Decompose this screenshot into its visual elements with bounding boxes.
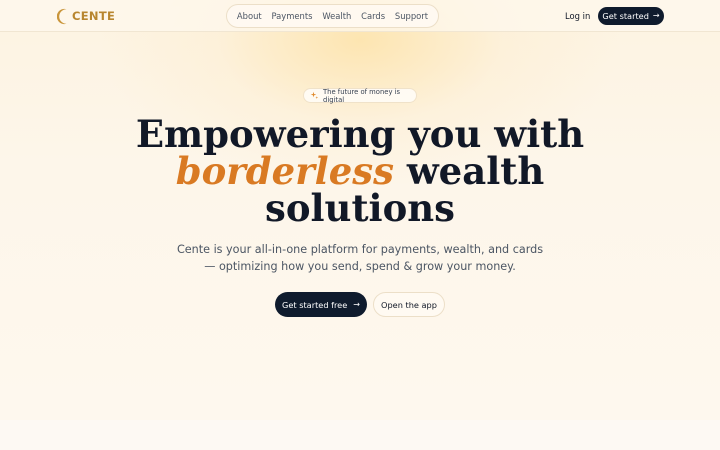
nav-item-support[interactable]: Support — [392, 9, 431, 23]
headline-line-3: solutions — [264, 186, 456, 230]
arrow-right-icon: → — [353, 299, 360, 309]
subtitle-line-2: — optimizing how you send, spend & grow … — [204, 260, 516, 273]
header-get-started-button[interactable]: Get started → — [598, 7, 664, 25]
brand-logo[interactable]: CENTE — [57, 7, 115, 25]
sparkle-icon — [310, 91, 319, 100]
nav-item-about[interactable]: About — [234, 9, 265, 23]
section-divider — [0, 420, 720, 450]
header-get-started-label: Get started — [602, 11, 649, 21]
badge-text: The future of money is digital — [323, 87, 401, 104]
nav-item-cards[interactable]: Cards — [358, 9, 388, 23]
brand-name: CENTE — [72, 9, 116, 23]
main-nav: About Payments Wealth Cards Support — [226, 4, 439, 28]
nav-item-payments[interactable]: Payments — [268, 9, 315, 23]
announcement-badge: The future of money is digital — [303, 87, 417, 104]
crescent-c-logo-icon — [57, 8, 69, 25]
hero-subtitle: Cente is your all-in-one platform for pa… — [0, 241, 720, 275]
get-started-free-button[interactable]: Get started free → — [275, 292, 367, 317]
subtitle-line-1: Cente is your all-in-one platform for pa… — [176, 243, 544, 256]
site-header: CENTE About Payments Wealth Cards Suppor… — [0, 0, 720, 32]
open-app-label: Open the app — [381, 299, 437, 310]
open-app-button[interactable]: Open the app — [373, 292, 445, 317]
arrow-right-icon: → — [652, 11, 660, 20]
nav-item-wealth[interactable]: Wealth — [319, 9, 354, 23]
login-link[interactable]: Log in — [565, 11, 590, 21]
hero-headline: Empowering you with borderless wealth so… — [0, 116, 720, 227]
get-started-free-label: Get started free — [282, 299, 348, 310]
